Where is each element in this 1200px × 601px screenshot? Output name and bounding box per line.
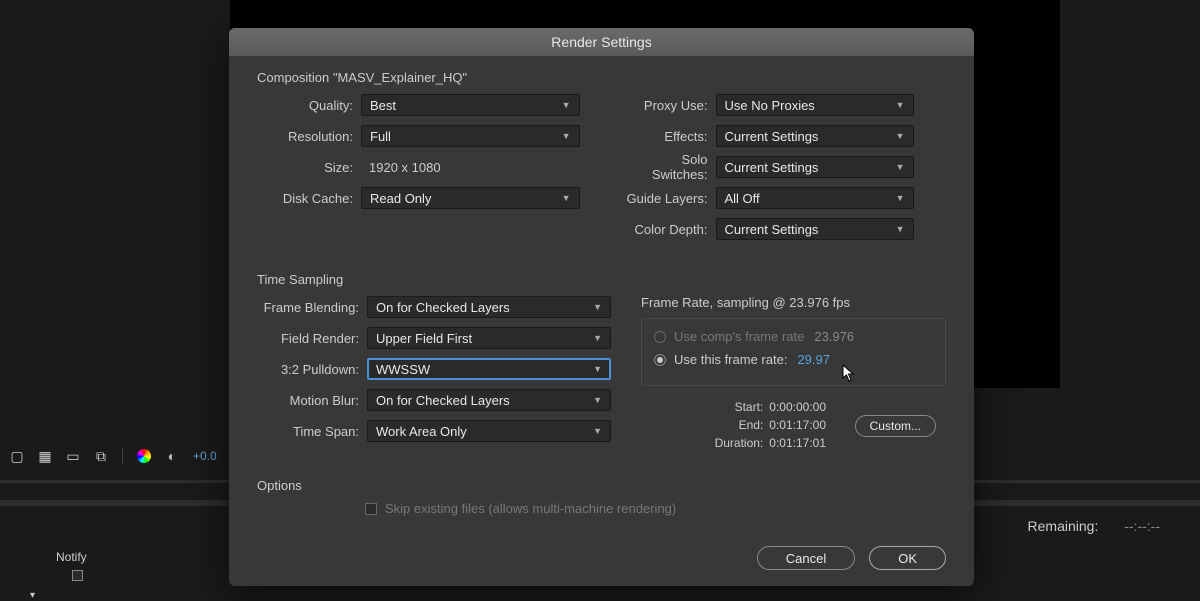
motion-blur-label: Motion Blur:	[257, 393, 367, 408]
disk-cache-select[interactable]: Read Only▼	[361, 187, 580, 209]
composition-name: Composition "MASV_Explainer_HQ"	[257, 70, 946, 85]
ok-button[interactable]: OK	[869, 546, 946, 570]
remaining-label: Remaining:	[1028, 518, 1099, 534]
color-wheel-icon[interactable]	[135, 447, 153, 465]
chevron-down-icon: ▼	[896, 131, 905, 141]
chevron-down-icon: ▼	[593, 395, 602, 405]
toolbar-divider	[122, 447, 123, 465]
cancel-button[interactable]: Cancel	[757, 546, 855, 570]
motion-blur-select[interactable]: On for Checked Layers▼	[367, 389, 611, 411]
dialog-title: Render Settings	[229, 28, 974, 56]
chevron-down-icon: ▼	[896, 224, 905, 234]
end-time-row: End: 0:01:17:00 Custom...	[641, 418, 946, 432]
chevron-down-icon: ▼	[896, 162, 905, 172]
radio-icon	[654, 354, 666, 366]
size-label: Size:	[257, 160, 361, 175]
use-comp-frame-rate-radio[interactable]: Use comp's frame rate 23.976	[654, 329, 933, 344]
chevron-down-icon: ▼	[593, 426, 602, 436]
time-sampling-heading: Time Sampling	[257, 272, 946, 287]
proxy-icon[interactable]: ⧉	[92, 447, 110, 465]
chevron-down-icon: ▼	[562, 131, 571, 141]
expand-caret-icon[interactable]: ▾	[30, 590, 35, 601]
end-time-value: 0:01:17:00	[769, 418, 826, 432]
duration-row: Duration: 0:01:17:01	[641, 436, 946, 450]
field-render-label: Field Render:	[257, 331, 367, 346]
frame-rate-header: Frame Rate, sampling @ 23.976 fps	[641, 295, 946, 310]
frame-rate-group: Use comp's frame rate 23.976 Use this fr…	[641, 318, 946, 386]
pulldown-select[interactable]: WWSSW▼	[367, 358, 611, 380]
effects-select[interactable]: Current Settings▼	[716, 125, 914, 147]
reset-exposure-icon[interactable]: ◐	[163, 447, 181, 465]
frame-blending-select[interactable]: On for Checked Layers▼	[367, 296, 611, 318]
skip-existing-files-row: Skip existing files (allows multi-machin…	[365, 501, 946, 516]
start-time-value: 0:00:00:00	[769, 400, 826, 414]
transparency-grid-icon[interactable]: ▦	[36, 447, 54, 465]
skip-existing-label: Skip existing files (allows multi-machin…	[385, 501, 676, 516]
render-remaining: Remaining: --:--:--	[1028, 518, 1160, 534]
solo-switches-label: Solo Switches:	[624, 152, 716, 182]
guide-layers-label: Guide Layers:	[624, 191, 716, 206]
options-heading: Options	[257, 478, 946, 493]
view-icon[interactable]: ▭	[64, 447, 82, 465]
notify-label: Notify	[56, 550, 87, 564]
size-value: 1920 x 1080	[361, 160, 580, 175]
chevron-down-icon: ▼	[593, 364, 602, 374]
region-icon[interactable]: ▢	[8, 447, 26, 465]
field-render-select[interactable]: Upper Field First▼	[367, 327, 611, 349]
skip-existing-checkbox	[365, 503, 377, 515]
chevron-down-icon: ▼	[593, 333, 602, 343]
color-depth-select[interactable]: Current Settings▼	[716, 218, 914, 240]
radio-icon	[654, 331, 666, 343]
resolution-select[interactable]: Full▼	[361, 125, 580, 147]
resolution-label: Resolution:	[257, 129, 361, 144]
chevron-down-icon: ▼	[896, 100, 905, 110]
solo-switches-select[interactable]: Current Settings▼	[716, 156, 914, 178]
start-time-row: Start: 0:00:00:00	[641, 400, 946, 414]
pulldown-label: 3:2 Pulldown:	[257, 362, 367, 377]
comp-frame-rate-value: 23.976	[814, 329, 854, 344]
time-span-select[interactable]: Work Area Only▼	[367, 420, 611, 442]
notify-column: Notify	[56, 550, 87, 581]
chevron-down-icon: ▼	[562, 100, 571, 110]
chevron-down-icon: ▼	[896, 193, 905, 203]
effects-label: Effects:	[624, 129, 716, 144]
render-settings-dialog: Render Settings Composition "MASV_Explai…	[229, 28, 974, 586]
chevron-down-icon: ▼	[593, 302, 602, 312]
proxy-use-label: Proxy Use:	[624, 98, 716, 113]
use-this-frame-rate-radio[interactable]: Use this frame rate: 29.97	[654, 352, 933, 367]
quality-label: Quality:	[257, 98, 361, 113]
duration-value: 0:01:17:01	[769, 436, 826, 450]
notify-checkbox[interactable]	[72, 570, 83, 581]
time-span-label: Time Span:	[257, 424, 367, 439]
custom-frame-rate-value[interactable]: 29.97	[797, 352, 830, 367]
quality-select[interactable]: Best▼	[361, 94, 580, 116]
guide-layers-select[interactable]: All Off▼	[716, 187, 914, 209]
chevron-down-icon: ▼	[562, 193, 571, 203]
remaining-value: --:--:--	[1124, 518, 1160, 534]
exposure-value[interactable]: +0.0	[193, 449, 217, 463]
color-depth-label: Color Depth:	[624, 222, 716, 237]
proxy-use-select[interactable]: Use No Proxies▼	[716, 94, 914, 116]
custom-time-button[interactable]: Custom...	[855, 415, 936, 437]
disk-cache-label: Disk Cache:	[257, 191, 361, 206]
frame-blending-label: Frame Blending:	[257, 300, 367, 315]
